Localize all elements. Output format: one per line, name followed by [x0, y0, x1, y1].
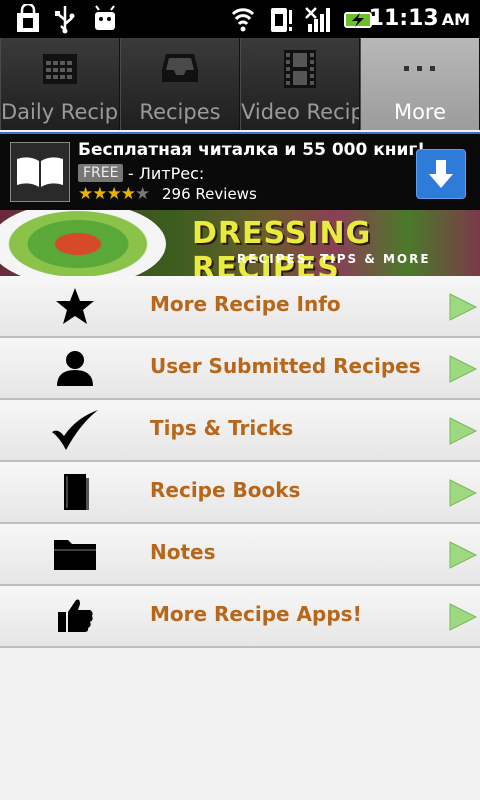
ad-publisher: - ЛитРес:	[128, 164, 205, 183]
signal-icon	[305, 7, 330, 32]
tray-icon	[162, 54, 198, 82]
sim-alert-icon	[271, 8, 292, 32]
ad-free-badge: FREE	[78, 164, 124, 182]
menu-item-label: User Submitted Recipes	[150, 354, 421, 378]
tab-bar: Daily Recipes Recipes Video Recipe More	[0, 38, 480, 130]
menu-item-recipe-books[interactable]: Recipe Books	[0, 462, 480, 524]
chevron-right-icon	[449, 541, 478, 569]
open-book-icon	[17, 157, 63, 187]
tab-daily-recipes-label: Daily Recipes	[1, 100, 119, 124]
android-icon	[95, 5, 115, 30]
ad-title: Бесплатная читалка и 55 000 книг!	[78, 140, 426, 160]
thumbs-up-icon	[58, 599, 93, 632]
ad-rating-stars: ★★★★★	[78, 184, 150, 204]
chevron-right-icon	[449, 355, 478, 383]
checkmark-icon	[52, 410, 98, 450]
tab-recipes-label: Recipes	[139, 100, 221, 124]
clock-time: 11:13	[368, 6, 439, 31]
tab-more-label: More	[393, 100, 447, 124]
menu-item-tips-tricks[interactable]: Tips & Tricks	[0, 400, 480, 462]
chevron-right-icon	[449, 417, 478, 445]
menu-item-user-submitted-recipes[interactable]: User Submitted Recipes	[0, 338, 480, 400]
clock-ampm: AM	[441, 10, 470, 29]
more-dots-icon	[404, 66, 435, 71]
tab-video-recipe[interactable]: Video Recipe	[240, 38, 360, 130]
chevron-right-icon	[449, 603, 478, 631]
ad-reviews: 296 Reviews	[162, 185, 257, 203]
menu-item-label: More Recipe Info	[150, 292, 341, 316]
menu-item-more-recipe-apps[interactable]: More Recipe Apps!	[0, 586, 480, 648]
banner-title: DRESSING RECIPES	[192, 216, 372, 276]
shopping-bag-icon	[17, 4, 39, 32]
tab-daily-recipes[interactable]: Daily Recipes	[0, 38, 120, 130]
folder-icon	[54, 540, 96, 570]
star-icon	[56, 288, 94, 324]
tab-video-recipe-label: Video Recipe	[241, 100, 359, 124]
ad-download-button[interactable]	[416, 149, 466, 199]
usb-icon	[55, 6, 75, 34]
calendar-icon	[43, 54, 77, 84]
menu-item-label: Notes	[150, 540, 216, 564]
more-menu-list: More Recipe Info User Submitted Recipes …	[0, 276, 480, 648]
banner-subtitle: RECIPES, TIPS & MORE	[237, 252, 431, 266]
clock: 11:13 AM	[369, 4, 470, 35]
menu-item-more-recipe-info[interactable]: More Recipe Info	[0, 276, 480, 338]
book-icon	[64, 474, 89, 510]
menu-item-label: Tips & Tricks	[150, 416, 294, 440]
salad-image	[0, 210, 166, 276]
chevron-right-icon	[449, 293, 478, 321]
ad-reviews-count: 296	[162, 185, 191, 203]
dressing-recipes-banner: DRESSING RECIPES RECIPES, TIPS & MORE	[0, 210, 480, 276]
wifi-icon	[231, 8, 255, 32]
user-icon	[57, 351, 93, 386]
status-bar: 11:13 AM	[0, 0, 480, 38]
ad-banner[interactable]: Бесплатная читалка и 55 000 книг! FREE -…	[0, 132, 480, 212]
ad-app-thumbnail	[10, 142, 70, 202]
menu-item-label: Recipe Books	[150, 478, 301, 502]
chevron-right-icon	[449, 479, 478, 507]
film-icon	[284, 50, 316, 88]
download-arrow-icon	[429, 160, 453, 188]
tab-recipes[interactable]: Recipes	[120, 38, 240, 130]
tab-more[interactable]: More	[360, 38, 480, 130]
ad-reviews-label: Reviews	[195, 185, 257, 203]
menu-item-label: More Recipe Apps!	[150, 602, 362, 626]
menu-item-notes[interactable]: Notes	[0, 524, 480, 586]
